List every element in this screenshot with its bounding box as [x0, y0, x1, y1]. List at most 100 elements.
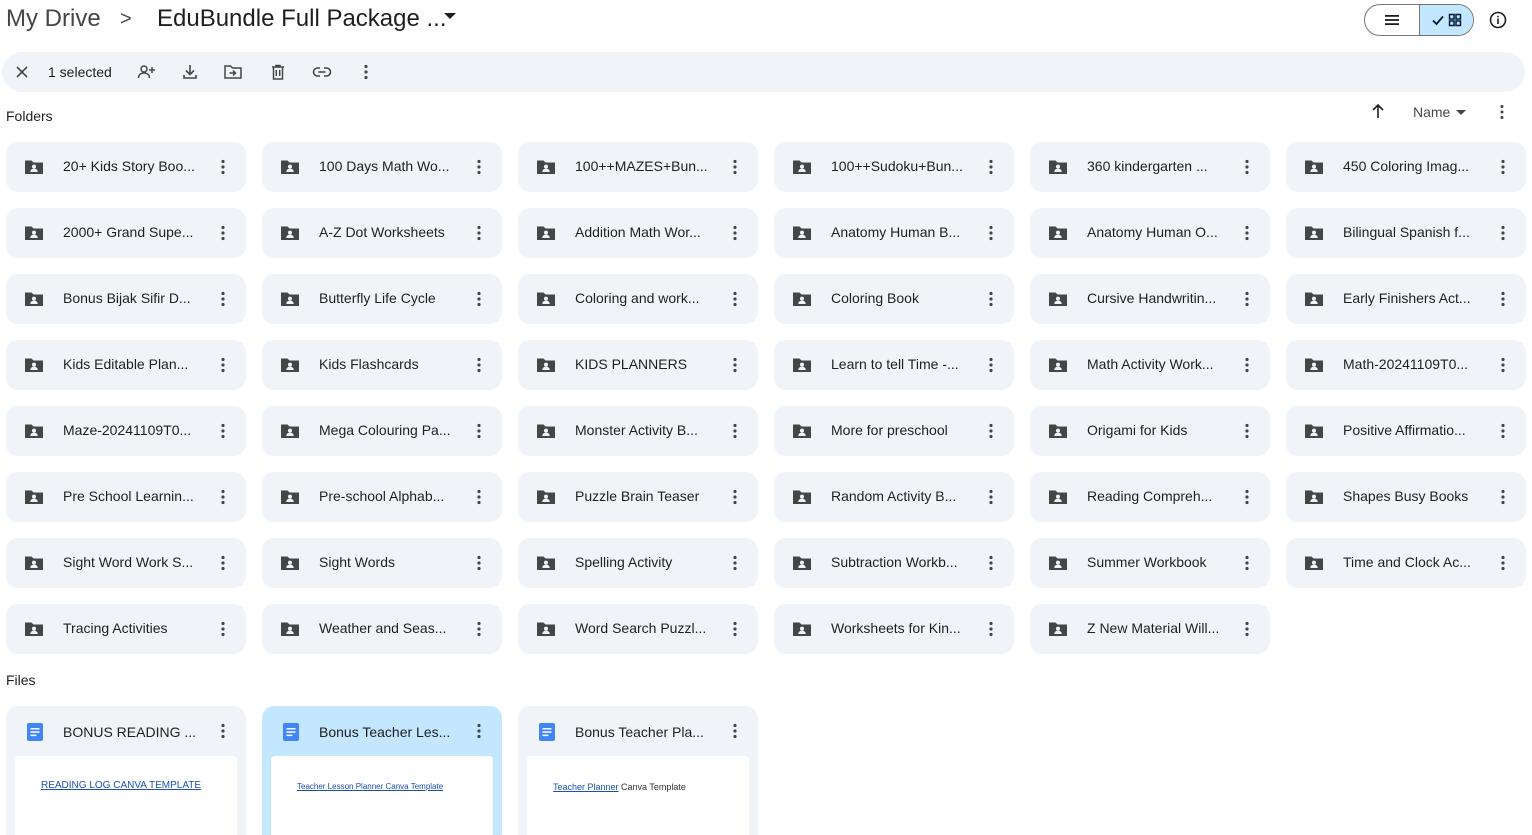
sort-caret-icon[interactable]: [1456, 110, 1466, 115]
folder-card[interactable]: Maze-20241109T0...: [6, 406, 246, 456]
folder-more-button[interactable]: [1237, 222, 1257, 244]
breadcrumb-current-folder[interactable]: EduBundle Full Package ...: [157, 5, 447, 33]
folder-card[interactable]: Spelling Activity: [518, 538, 758, 588]
folder-more-button[interactable]: [213, 354, 233, 376]
folder-more-button[interactable]: [469, 156, 489, 178]
download-button[interactable]: [178, 60, 202, 84]
folder-card[interactable]: Tracing Activities: [6, 604, 246, 654]
folder-card[interactable]: Anatomy Human O...: [1030, 208, 1270, 258]
breadcrumb-my-drive[interactable]: My Drive: [6, 5, 101, 33]
folder-card[interactable]: Learn to tell Time -...: [774, 340, 1014, 390]
folder-more-button[interactable]: [725, 156, 745, 178]
folder-card[interactable]: Coloring and work...: [518, 274, 758, 324]
folder-more-button[interactable]: [213, 156, 233, 178]
folder-card[interactable]: Puzzle Brain Teaser: [518, 472, 758, 522]
folder-more-button[interactable]: [1237, 288, 1257, 310]
folder-more-button[interactable]: [1237, 420, 1257, 442]
file-card[interactable]: Bonus Teacher Pla... Teacher Planner Can…: [518, 706, 758, 835]
folder-more-button[interactable]: [1493, 486, 1513, 508]
clear-selection-button[interactable]: [10, 60, 34, 84]
folder-more-button[interactable]: [725, 618, 745, 640]
folder-more-button[interactable]: [469, 618, 489, 640]
folder-more-button[interactable]: [1237, 618, 1257, 640]
folder-more-button[interactable]: [213, 288, 233, 310]
folder-more-button[interactable]: [725, 288, 745, 310]
list-view-button[interactable]: [1365, 5, 1419, 35]
file-more-button[interactable]: [725, 720, 745, 742]
copy-link-button[interactable]: [310, 60, 334, 84]
folder-card[interactable]: Summer Workbook: [1030, 538, 1270, 588]
folder-more-button[interactable]: [981, 288, 1001, 310]
folder-card[interactable]: Kids Flashcards: [262, 340, 502, 390]
folder-card[interactable]: Pre-school Alphab...: [262, 472, 502, 522]
folder-more-button[interactable]: [213, 618, 233, 640]
folder-more-button[interactable]: [1237, 552, 1257, 574]
folder-more-button[interactable]: [469, 420, 489, 442]
folder-card[interactable]: 20+ Kids Story Boo...: [6, 142, 246, 192]
folder-more-button[interactable]: [725, 420, 745, 442]
folder-card[interactable]: A-Z Dot Worksheets: [262, 208, 502, 258]
folder-more-button[interactable]: [1493, 420, 1513, 442]
folder-card[interactable]: Pre School Learnin...: [6, 472, 246, 522]
folder-card[interactable]: Mega Colouring Pa...: [262, 406, 502, 456]
folder-card[interactable]: Reading Compreh...: [1030, 472, 1270, 522]
folder-more-button[interactable]: [981, 618, 1001, 640]
grid-view-button[interactable]: [1418, 5, 1473, 35]
folder-more-button[interactable]: [469, 552, 489, 574]
folders-more-button[interactable]: [1492, 102, 1512, 122]
folder-more-button[interactable]: [1493, 552, 1513, 574]
folder-card[interactable]: Sight Word Work S...: [6, 538, 246, 588]
folder-card[interactable]: 2000+ Grand Supe...: [6, 208, 246, 258]
folder-card[interactable]: Early Finishers Act...: [1286, 274, 1526, 324]
share-button[interactable]: [134, 60, 158, 84]
folder-card[interactable]: Shapes Busy Books: [1286, 472, 1526, 522]
folder-more-button[interactable]: [981, 222, 1001, 244]
folder-more-button[interactable]: [1493, 156, 1513, 178]
folder-more-button[interactable]: [981, 420, 1001, 442]
folder-more-button[interactable]: [725, 222, 745, 244]
folder-more-button[interactable]: [725, 552, 745, 574]
folder-card[interactable]: Anatomy Human B...: [774, 208, 1014, 258]
folder-card[interactable]: Random Activity B...: [774, 472, 1014, 522]
folder-more-button[interactable]: [469, 288, 489, 310]
folder-card[interactable]: 360 kindergarten ...: [1030, 142, 1270, 192]
folder-card[interactable]: Monster Activity B...: [518, 406, 758, 456]
folder-card[interactable]: Kids Editable Plan...: [6, 340, 246, 390]
folder-more-button[interactable]: [981, 156, 1001, 178]
folder-card[interactable]: 450 Coloring Imag...: [1286, 142, 1526, 192]
folder-card[interactable]: Coloring Book: [774, 274, 1014, 324]
folder-card[interactable]: Weather and Seas...: [262, 604, 502, 654]
folder-card[interactable]: 100++Sudoku+Bun...: [774, 142, 1014, 192]
sort-direction-button[interactable]: [1368, 101, 1388, 121]
folder-more-button[interactable]: [1493, 288, 1513, 310]
folder-more-button[interactable]: [1493, 354, 1513, 376]
folder-more-button[interactable]: [1237, 354, 1257, 376]
folder-card[interactable]: Cursive Handwritin...: [1030, 274, 1270, 324]
folder-card[interactable]: Bonus Bijak Sifir D...: [6, 274, 246, 324]
file-card-selected[interactable]: Bonus Teacher Les... Teacher Lesson Plan…: [262, 706, 502, 835]
folder-card[interactable]: 100++MAZES+Bun...: [518, 142, 758, 192]
folder-more-button[interactable]: [469, 354, 489, 376]
folder-card[interactable]: KIDS PLANNERS: [518, 340, 758, 390]
folder-more-button[interactable]: [469, 486, 489, 508]
folder-more-button[interactable]: [1237, 156, 1257, 178]
file-more-button[interactable]: [469, 720, 489, 742]
sort-by-name-button[interactable]: Name: [1413, 104, 1450, 120]
folder-more-button[interactable]: [213, 222, 233, 244]
folder-more-button[interactable]: [725, 354, 745, 376]
folder-card[interactable]: Subtraction Workb...: [774, 538, 1014, 588]
folder-card[interactable]: Math Activity Work...: [1030, 340, 1270, 390]
folder-more-button[interactable]: [981, 354, 1001, 376]
more-actions-button[interactable]: [354, 60, 378, 84]
folder-card[interactable]: Bilingual Spanish f...: [1286, 208, 1526, 258]
file-more-button[interactable]: [213, 720, 233, 742]
folder-more-button[interactable]: [1493, 222, 1513, 244]
folder-more-button[interactable]: [1237, 486, 1257, 508]
folder-more-button[interactable]: [469, 222, 489, 244]
folder-more-button[interactable]: [981, 486, 1001, 508]
folder-more-button[interactable]: [725, 486, 745, 508]
folder-card[interactable]: Butterfly Life Cycle: [262, 274, 502, 324]
folder-card[interactable]: Time and Clock Ac...: [1286, 538, 1526, 588]
folder-card[interactable]: Math-20241109T0...: [1286, 340, 1526, 390]
folder-more-button[interactable]: [981, 552, 1001, 574]
